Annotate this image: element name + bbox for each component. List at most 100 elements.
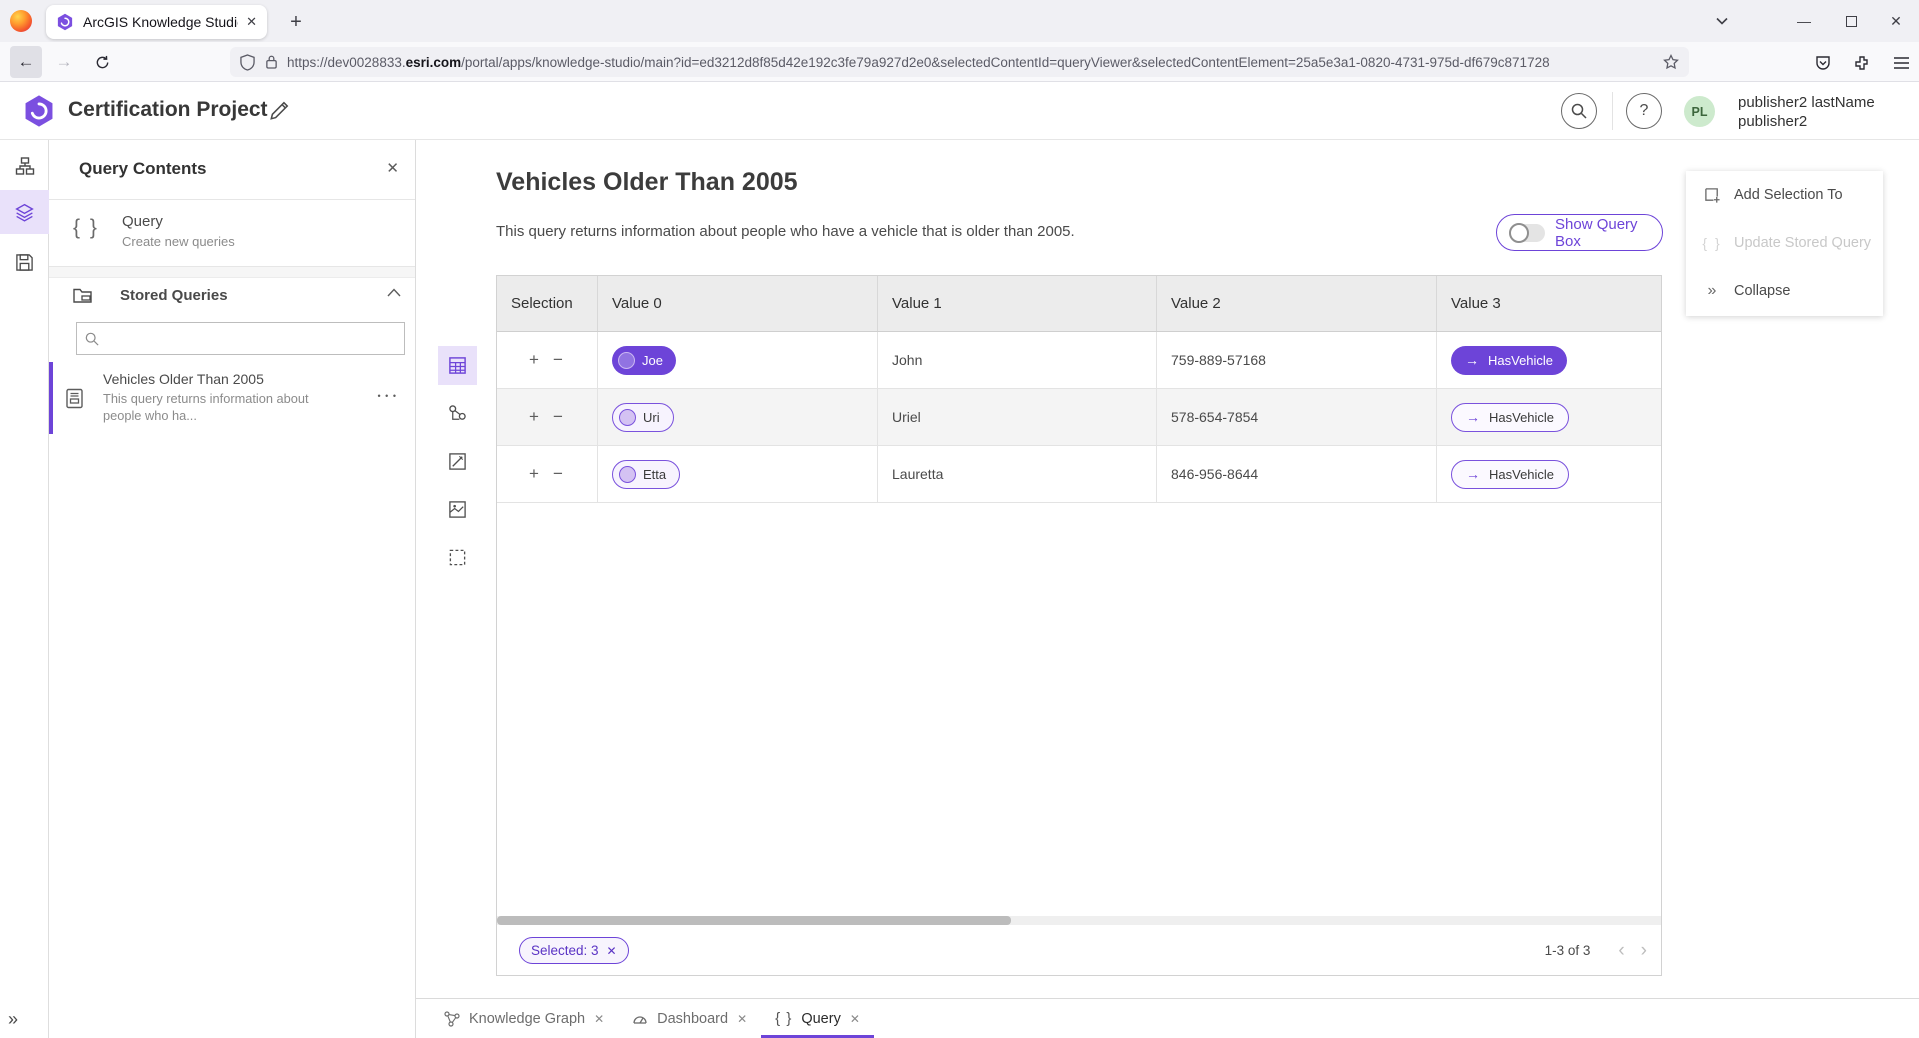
next-page-icon[interactable]: › (1641, 941, 1647, 960)
firefox-icon[interactable] (10, 10, 32, 32)
clear-selection-icon[interactable]: ✕ (607, 944, 617, 958)
show-query-box-toggle[interactable]: Show Query Box (1496, 214, 1663, 251)
chevron-up-icon[interactable] (387, 288, 401, 297)
list-tabs-icon[interactable] (1699, 0, 1745, 42)
column-header-value2: Value 2 (1157, 276, 1437, 331)
app-header: Certification Project ? PL publisher2 la… (0, 82, 1919, 140)
table-header-row: Selection Value 0 Value 1 Value 2 Value … (497, 276, 1661, 332)
window-maximize-button[interactable] (1828, 0, 1874, 42)
tab-close-icon[interactable]: ✕ (737, 1012, 747, 1026)
tab-close-icon[interactable]: ✕ (850, 1012, 860, 1026)
forward-button[interactable]: → (48, 46, 80, 78)
new-tab-button[interactable]: + (282, 8, 310, 36)
chart-edit-icon[interactable] (438, 442, 477, 481)
page-title: Vehicles Older Than 2005 (496, 168, 798, 197)
search-input[interactable] (106, 331, 396, 346)
selected-count-chip[interactable]: Selected: 3✕ (519, 937, 629, 964)
help-button[interactable]: ? (1626, 93, 1662, 129)
menu-item-label: Collapse (1734, 283, 1790, 299)
add-to-selection-button[interactable]: + (529, 350, 539, 370)
menu-hamburger-icon[interactable] (1889, 51, 1913, 75)
stored-queries-search[interactable] (76, 322, 405, 355)
remove-from-selection-button[interactable]: − (553, 464, 563, 484)
prev-page-icon[interactable]: ‹ (1618, 941, 1624, 960)
cell-phone: 846-956-8644 (1157, 446, 1437, 502)
query-item-title: Query (122, 213, 163, 230)
tab-query[interactable]: { } Query ✕ (761, 999, 874, 1038)
entity-pill[interactable]: Etta (612, 460, 680, 489)
layers-icon[interactable] (0, 190, 49, 234)
cell-phone: 759-889-57168 (1157, 332, 1437, 388)
tab-dashboard[interactable]: Dashboard ✕ (618, 999, 761, 1038)
add-to-selection-button[interactable]: + (529, 407, 539, 427)
add-to-selection-button[interactable]: + (529, 464, 539, 484)
panel-title: Query Contents (79, 159, 207, 179)
horizontal-scrollbar[interactable] (497, 916, 1661, 925)
relationship-pill[interactable]: →HasVehicle (1451, 403, 1569, 432)
browser-tab[interactable]: ArcGIS Knowledge Studio ✕ (46, 5, 267, 39)
toggle-knob[interactable] (1509, 223, 1529, 243)
entity-pill[interactable]: Joe (612, 346, 676, 375)
search-button[interactable] (1561, 93, 1597, 129)
menu-item-update-stored-query: { } Update Stored Query (1686, 219, 1883, 267)
tab-close-icon[interactable]: ✕ (594, 1012, 604, 1026)
query-item[interactable]: { } Query Create new queries (49, 200, 415, 267)
hierarchy-icon[interactable] (0, 144, 49, 188)
avatar[interactable]: PL (1684, 96, 1715, 127)
menu-item-collapse[interactable]: » Collapse (1686, 267, 1883, 315)
tab-label: Dashboard (657, 1011, 728, 1027)
arrow-right-icon: → (1466, 409, 1480, 425)
remove-from-selection-button[interactable]: − (553, 350, 563, 370)
toggle-track[interactable] (1509, 224, 1545, 242)
entity-pill[interactable]: Uri (612, 403, 674, 432)
panel-close-icon[interactable]: ✕ (386, 159, 399, 177)
remove-from-selection-button[interactable]: − (553, 407, 563, 427)
menu-item-add-selection-to[interactable]: Add Selection To (1686, 171, 1883, 219)
app-window: ArcGIS Knowledge Studio ✕ + — ✕ ← → http… (0, 0, 1919, 1038)
context-menu: Add Selection To { } Update Stored Query… (1686, 171, 1883, 316)
url-bar[interactable]: https://dev0028833.esri.com/portal/apps/… (230, 47, 1689, 77)
stored-query-item[interactable]: Vehicles Older Than 2005 This query retu… (49, 362, 415, 434)
search-icon (85, 332, 99, 346)
lock-icon[interactable] (265, 54, 278, 70)
extensions-icon[interactable] (1850, 51, 1874, 75)
relationship-pill[interactable]: →HasVehicle (1451, 346, 1567, 375)
window-minimize-button[interactable]: — (1781, 0, 1827, 42)
app-logo-icon (22, 94, 56, 128)
browser-tab-bar: ArcGIS Knowledge Studio ✕ + — ✕ (0, 0, 1919, 42)
reload-button[interactable] (86, 46, 118, 78)
stored-query-title: Vehicles Older Than 2005 (103, 371, 264, 387)
tab-title: ArcGIS Knowledge Studio (83, 14, 238, 30)
tab-close-icon[interactable]: ✕ (246, 14, 257, 30)
link-chart-icon[interactable] (438, 394, 477, 433)
left-rail: » (0, 140, 49, 1038)
select-marquee-icon[interactable] (438, 538, 477, 577)
window-close-button[interactable]: ✕ (1873, 0, 1919, 42)
menu-item-label: Add Selection To (1734, 187, 1843, 203)
entity-dot-icon (618, 352, 635, 369)
view-toolbar (438, 346, 477, 586)
bookmark-star-icon[interactable] (1663, 54, 1679, 70)
entity-dot-icon (619, 466, 636, 483)
add-selection-icon (1702, 187, 1722, 204)
table-view-icon[interactable] (438, 346, 477, 385)
back-button[interactable]: ← (10, 46, 42, 78)
relationship-pill[interactable]: →HasVehicle (1451, 460, 1569, 489)
column-header-value0: Value 0 (598, 276, 878, 331)
pocket-icon[interactable] (1811, 51, 1835, 75)
item-options-icon[interactable] (378, 384, 397, 404)
arrow-right-icon: → (1465, 352, 1479, 368)
tab-knowledge-graph[interactable]: Knowledge Graph ✕ (430, 999, 618, 1038)
scrollbar-thumb[interactable] (497, 916, 1011, 925)
double-chevron-right-icon: » (1702, 282, 1722, 300)
map-view-icon[interactable] (438, 490, 477, 529)
expand-panel-chevrons[interactable]: » (8, 1009, 16, 1030)
shield-icon[interactable] (240, 54, 255, 71)
tab-label: Knowledge Graph (469, 1011, 585, 1027)
stored-queries-header[interactable]: Stored Queries (49, 278, 415, 314)
save-icon[interactable] (0, 240, 49, 284)
url-text: https://dev0028833.esri.com/portal/apps/… (287, 55, 1663, 70)
edit-pencil-icon[interactable] (268, 100, 290, 122)
braces-icon: { } (775, 1010, 792, 1027)
braces-icon: { } (73, 216, 99, 240)
